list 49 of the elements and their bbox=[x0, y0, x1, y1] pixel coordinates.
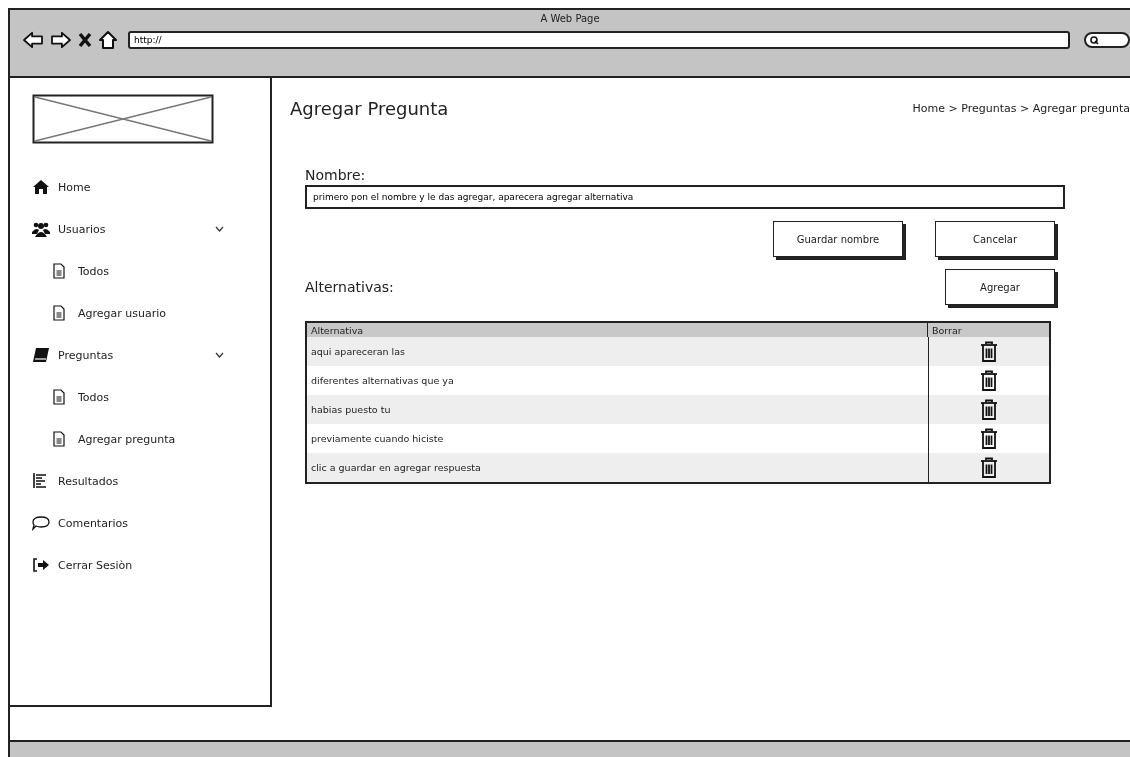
section-label: Alternativas: bbox=[305, 279, 394, 295]
sidebar-subitem[interactable]: Agregar usuario bbox=[32, 292, 204, 334]
sidebar-subitem[interactable]: Agregar pregunta bbox=[32, 418, 204, 460]
home-icon[interactable] bbox=[98, 30, 118, 50]
sidebar-item[interactable]: Comentarios bbox=[32, 502, 224, 544]
speech-bubble-icon bbox=[32, 515, 50, 531]
search-icon bbox=[1090, 35, 1099, 45]
book-icon bbox=[32, 347, 50, 363]
home-icon bbox=[32, 179, 50, 195]
chevron-icon bbox=[215, 352, 224, 358]
sidebar-item[interactable]: Usuarios bbox=[32, 208, 224, 250]
sidebar-subitem[interactable]: Todos bbox=[32, 250, 204, 292]
field-label: Nombre: bbox=[305, 167, 367, 183]
name-field[interactable]: primero pon el nombre y le das agregar, aparecera agregar alternativa bbox=[305, 185, 1065, 209]
document-icon bbox=[52, 431, 66, 447]
column-header: Alternativa bbox=[310, 323, 365, 337]
sidebar-item[interactable]: Preguntas bbox=[32, 334, 224, 376]
trash-icon[interactable] bbox=[980, 456, 998, 479]
trash-icon[interactable] bbox=[980, 398, 998, 421]
document-icon bbox=[52, 263, 66, 279]
trash-icon[interactable] bbox=[980, 427, 998, 450]
sidebar-item[interactable]: Resultados bbox=[32, 460, 224, 502]
table-cell-text: habias puesto tu bbox=[310, 403, 392, 417]
sidebar-item[interactable]: Cerrar Sesiòn bbox=[32, 544, 224, 586]
table-cell-text: clic a guardar en agregar respuesta bbox=[310, 461, 482, 475]
trash-icon[interactable] bbox=[980, 369, 998, 392]
list-icon bbox=[32, 472, 48, 490]
action-button[interactable]: Guardar nombre bbox=[773, 221, 903, 257]
sign-out-icon bbox=[32, 557, 50, 573]
action-button[interactable]: Cancelar bbox=[935, 221, 1055, 257]
breadcrumb: Home > Preguntas > Agregar pregunta bbox=[912, 102, 1130, 115]
table-cell-text: previamente cuando hiciste bbox=[310, 432, 445, 446]
document-icon bbox=[52, 305, 66, 321]
window-title: A Web Page bbox=[540, 13, 600, 24]
chevron-icon bbox=[215, 226, 224, 232]
sidebar-subitem[interactable]: Todos bbox=[32, 376, 204, 418]
close-icon[interactable] bbox=[78, 32, 92, 48]
page-title: Agregar Pregunta bbox=[290, 98, 449, 119]
search-field[interactable] bbox=[1084, 32, 1130, 48]
table-cell-text: aqui apareceran las bbox=[310, 345, 406, 359]
forward-icon[interactable] bbox=[50, 31, 72, 49]
trash-icon[interactable] bbox=[980, 340, 998, 363]
users-icon bbox=[32, 221, 50, 237]
sidebar-item[interactable]: Home bbox=[32, 166, 224, 208]
table-cell-text: diferentes alternativas que ya bbox=[310, 374, 455, 388]
back-icon[interactable] bbox=[22, 31, 44, 49]
add-button[interactable]: Agregar bbox=[945, 269, 1055, 305]
document-icon bbox=[52, 389, 66, 405]
address-field[interactable]: http:// bbox=[128, 31, 1070, 49]
